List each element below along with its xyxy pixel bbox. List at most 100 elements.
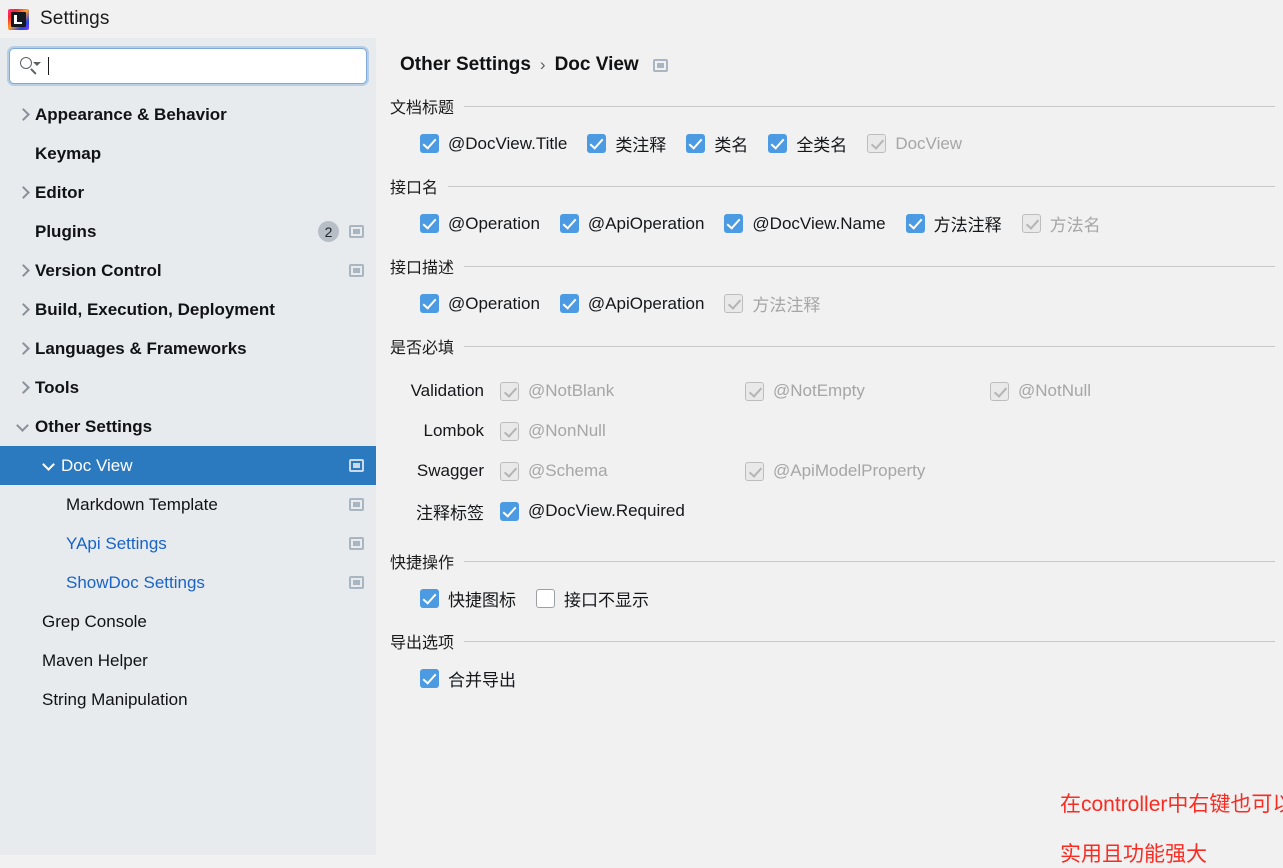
- sidebar-item-appearance-behavior[interactable]: Appearance & Behavior: [0, 95, 376, 134]
- section-0: 文档标题 @DocView.Title 类注释 类名 全类名 DocView: [376, 94, 1283, 156]
- settings-window: Settings Appearance & Behavior Keymap Edit…: [0, 0, 1283, 866]
- sidebar-item-other-settings[interactable]: Other Settings: [0, 407, 376, 446]
- checkbox-checked-icon[interactable]: [420, 589, 439, 608]
- checkbox-disabled-icon: [500, 381, 519, 401]
- sidebar-item-markdown-template[interactable]: Markdown Template: [0, 485, 376, 524]
- sidebar-item-build-execution-deployment[interactable]: Build, Execution, Deployment: [0, 290, 376, 329]
- section-1: 接口名 @Operation @ApiOperation @DocView.Name 方…: [376, 174, 1283, 236]
- checkbox-checked-icon[interactable]: [420, 134, 439, 153]
- checkbox-label: 全类名: [796, 136, 848, 155]
- text-caret: [48, 57, 49, 75]
- checkbox-checked-icon[interactable]: [686, 134, 706, 153]
- sidebar-item-doc-view[interactable]: Doc View: [0, 446, 376, 485]
- sidebar-item-keymap[interactable]: Keymap: [0, 134, 376, 173]
- section-body: 快捷图标 接口不显示: [376, 573, 1283, 611]
- modified-settings-icon[interactable]: [349, 537, 364, 550]
- title-bar: Settings: [0, 0, 1283, 38]
- sidebar-item-yapi-settings[interactable]: YApi Settings: [0, 524, 376, 563]
- checkbox-label: @NotEmpty: [773, 381, 865, 400]
- sidebar-item-label: Maven Helper: [42, 650, 148, 670]
- checkbox-row: @Operation @ApiOperation @DocView.Name 方法注释…: [420, 211, 1283, 236]
- checkbox-checked-icon[interactable]: [420, 669, 439, 688]
- section-export: 导出选项 合并导出: [376, 629, 1283, 691]
- checkbox-item[interactable]: @DocView.Title: [420, 134, 567, 154]
- checkbox-label: @DocView.Required: [528, 501, 685, 520]
- checkbox-item[interactable]: @Operation: [420, 294, 540, 314]
- modified-settings-icon[interactable]: [349, 264, 364, 277]
- checkbox-checked-icon[interactable]: [905, 214, 925, 233]
- checkbox-item[interactable]: 全类名: [768, 131, 847, 156]
- checkbox-checked-icon[interactable]: [559, 294, 579, 313]
- sections-container: 文档标题 @DocView.Title 类注释 类名 全类名 DocView 接口名 @Ope…: [376, 94, 1283, 691]
- sidebar-item-editor[interactable]: Editor: [0, 173, 376, 212]
- checkbox-item[interactable]: 接口不显示: [536, 586, 649, 611]
- checkbox-disabled-icon: [500, 421, 519, 441]
- checkbox-item[interactable]: 快捷图标: [420, 586, 516, 611]
- section-required: 是否必填 Validation @NotBlank @NotEmpty @NotNull…: [376, 334, 1283, 531]
- required-cell: @DocView.Required: [500, 501, 745, 521]
- checkbox-item: @NonNull: [500, 421, 606, 441]
- chevron-right-icon[interactable]: [16, 303, 29, 316]
- modified-settings-icon[interactable]: [349, 225, 364, 238]
- section-divider: [464, 105, 1275, 107]
- checkbox-checked-icon[interactable]: [768, 134, 788, 153]
- checkbox-item[interactable]: @DocView.Required: [500, 501, 685, 521]
- checkbox-item[interactable]: 类注释: [587, 131, 666, 156]
- settings-sidebar: Appearance & Behavior Keymap Editor Plugins…: [0, 38, 376, 855]
- sidebar-item-version-control[interactable]: Version Control: [0, 251, 376, 290]
- sidebar-item-string-manipulation[interactable]: String Manipulation: [0, 680, 376, 719]
- checkbox-checked-icon[interactable]: [420, 214, 439, 233]
- chevron-right-icon[interactable]: [16, 186, 29, 199]
- modified-settings-icon[interactable]: [349, 576, 364, 589]
- checkbox-item[interactable]: 方法注释: [905, 211, 1002, 236]
- checkbox-checked-icon[interactable]: [420, 294, 439, 313]
- checkbox-label: 方法名: [1049, 216, 1101, 235]
- intellij-idea-icon: [8, 8, 29, 30]
- modified-settings-icon[interactable]: [652, 58, 668, 72]
- chevron-right-icon[interactable]: [16, 108, 29, 121]
- chevron-right-icon[interactable]: [16, 342, 29, 355]
- checkbox-item[interactable]: @ApiOperation: [559, 294, 704, 314]
- search-icon[interactable]: [19, 56, 41, 76]
- checkbox-label: 类注释: [615, 136, 667, 155]
- search-input[interactable]: [51, 56, 366, 76]
- checkbox-item[interactable]: @ApiOperation: [559, 214, 704, 234]
- required-grid: Validation @NotBlank @NotEmpty @NotNull Lomb…: [376, 358, 1283, 531]
- breadcrumb: Other Settings › Doc View: [376, 38, 1283, 76]
- checkbox-item[interactable]: @Operation: [420, 214, 540, 234]
- checkbox-item[interactable]: 合并导出: [420, 666, 516, 691]
- required-row: Swagger @Schema @ApiModelProperty: [390, 451, 1283, 491]
- chevron-down-icon[interactable]: [42, 459, 55, 472]
- checkbox-item[interactable]: @DocView.Name: [724, 213, 886, 234]
- checkbox-label: 方法注释: [933, 216, 1002, 235]
- sidebar-item-grep-console[interactable]: Grep Console: [0, 602, 376, 641]
- checkbox-checked-icon[interactable]: [559, 214, 579, 233]
- checkbox-label: @DocView.Name: [752, 213, 886, 233]
- modified-settings-icon[interactable]: [349, 459, 364, 472]
- checkbox-checked-icon[interactable]: [500, 501, 519, 521]
- sidebar-item-plugins[interactable]: Plugins 2: [0, 212, 376, 251]
- breadcrumb-part-0[interactable]: Other Settings: [400, 54, 531, 76]
- modified-settings-icon[interactable]: [349, 498, 364, 511]
- search-box[interactable]: [9, 48, 367, 84]
- chevron-right-icon[interactable]: [16, 381, 29, 394]
- section-header: 文档标题: [376, 94, 1283, 118]
- section-title: 接口描述: [390, 260, 455, 277]
- breadcrumb-part-1[interactable]: Doc View: [555, 54, 639, 76]
- sidebar-item-label: Tools: [35, 377, 80, 397]
- chevron-down-icon[interactable]: [16, 420, 29, 433]
- required-row-label: Swagger: [416, 461, 484, 480]
- sidebar-item-maven-helper[interactable]: Maven Helper: [0, 641, 376, 680]
- sidebar-item-showdoc-settings[interactable]: ShowDoc Settings: [0, 563, 376, 602]
- sidebar-item-tools[interactable]: Tools: [0, 368, 376, 407]
- sidebar-item-label: Version Control: [35, 260, 162, 280]
- checkbox-item[interactable]: 类名: [686, 131, 748, 156]
- settings-main-panel: Other Settings › Doc View 文档标题 @DocView.T…: [376, 38, 1283, 866]
- checkbox-checked-icon[interactable]: [724, 214, 744, 233]
- checkbox-checked-icon[interactable]: [587, 134, 607, 153]
- required-row: 注释标签 @DocView.Required: [390, 491, 1283, 531]
- chevron-right-icon[interactable]: [16, 264, 29, 277]
- checkbox-disabled-icon: [867, 134, 887, 153]
- sidebar-item-languages-frameworks[interactable]: Languages & Frameworks: [0, 329, 376, 368]
- checkbox-unchecked-icon[interactable]: [536, 589, 555, 608]
